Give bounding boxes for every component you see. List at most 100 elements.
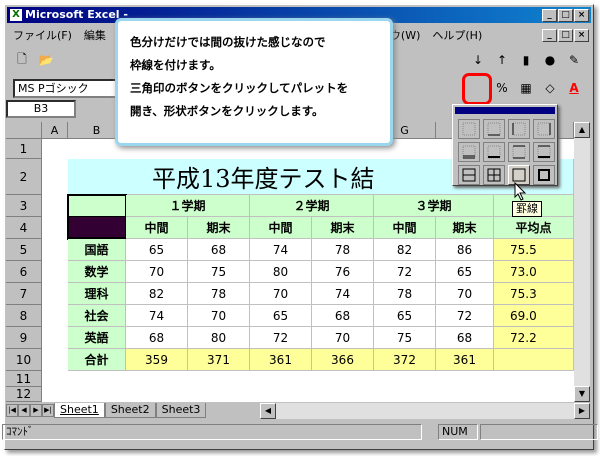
new-file-icon[interactable]: 🗋 xyxy=(11,50,33,70)
score-cell[interactable]: 70 xyxy=(312,327,374,349)
borders-icon[interactable]: ▦ xyxy=(515,78,537,98)
scroll-right-arrow-icon[interactable]: ▶ xyxy=(574,402,590,419)
sheet-tab-2[interactable]: Sheet2 xyxy=(104,403,156,418)
top-bottom-border-icon[interactable] xyxy=(508,142,530,162)
score-cell[interactable]: 68 xyxy=(126,327,188,349)
font-name-field[interactable]: MS Pゴシック xyxy=(13,78,125,98)
sub-header[interactable]: 中間 xyxy=(374,217,436,239)
sub-header[interactable]: 期末 xyxy=(436,217,494,239)
doc-restore-button[interactable]: □ xyxy=(558,28,573,42)
score-cell[interactable]: 80 xyxy=(250,261,312,283)
score-cell[interactable]: 78 xyxy=(374,283,436,305)
sub-header[interactable]: 期末 xyxy=(188,217,250,239)
score-cell[interactable]: 75 xyxy=(188,261,250,283)
term-header[interactable]: １学期 xyxy=(126,195,250,217)
score-cell[interactable]: 70 xyxy=(436,283,494,305)
subject-label[interactable]: 数学 xyxy=(68,261,126,283)
row-header[interactable]: 12 xyxy=(6,387,42,402)
sort-ascending-icon[interactable]: ↓ xyxy=(467,50,489,70)
scroll-left-arrow-icon[interactable]: ◀ xyxy=(260,402,276,419)
sub-header[interactable]: 平均点 xyxy=(494,217,574,239)
open-folder-icon[interactable]: 📂 xyxy=(35,50,57,70)
subject-label[interactable]: 英語 xyxy=(68,327,126,349)
menu-edit[interactable]: 編集 xyxy=(78,27,112,43)
sort-descending-icon[interactable]: ↑ xyxy=(491,50,513,70)
doc-minimize-button[interactable]: _ xyxy=(542,28,557,42)
top-double-bottom-border-icon[interactable] xyxy=(458,165,480,185)
subject-label[interactable]: 社会 xyxy=(68,305,126,327)
score-cell[interactable]: 72 xyxy=(374,261,436,283)
row-header[interactable]: 8 xyxy=(6,305,42,327)
sub-header[interactable]: 中間 xyxy=(126,217,188,239)
thick-bottom-border-icon[interactable] xyxy=(483,142,505,162)
score-cell[interactable]: 68 xyxy=(312,305,374,327)
font-color-icon[interactable]: A xyxy=(563,78,585,98)
score-cell[interactable]: 68 xyxy=(436,327,494,349)
score-cell[interactable]: 86 xyxy=(436,239,494,261)
score-cell[interactable]: 82 xyxy=(374,239,436,261)
left-border-icon[interactable] xyxy=(508,119,530,139)
prev-sheet-arrow-icon[interactable]: ◀ xyxy=(18,404,30,417)
score-cell[interactable]: 74 xyxy=(126,305,188,327)
total-cell[interactable]: 371 xyxy=(188,349,250,371)
name-box[interactable]: B3 xyxy=(6,100,76,118)
last-sheet-arrow-icon[interactable]: ▶| xyxy=(42,404,54,417)
total-cell[interactable]: 366 xyxy=(312,349,374,371)
score-cell[interactable]: 70 xyxy=(250,283,312,305)
average-cell[interactable]: 69.0 xyxy=(494,305,574,327)
average-cell[interactable] xyxy=(494,349,574,371)
score-cell[interactable]: 72 xyxy=(436,305,494,327)
row-header[interactable]: 7 xyxy=(6,283,42,305)
score-cell[interactable]: 74 xyxy=(312,283,374,305)
horizontal-scrollbar[interactable]: ◀ ▶ xyxy=(260,402,590,419)
menu-file[interactable]: ファイル(F) xyxy=(7,27,78,43)
fill-color-icon[interactable]: ◇ xyxy=(539,78,561,98)
score-cell[interactable]: 78 xyxy=(188,283,250,305)
minimize-button[interactable]: _ xyxy=(542,9,557,22)
right-border-icon[interactable] xyxy=(533,119,555,139)
total-cell[interactable]: 361 xyxy=(250,349,312,371)
score-cell[interactable]: 68 xyxy=(188,239,250,261)
sub-header[interactable]: 期末 xyxy=(312,217,374,239)
total-cell[interactable]: 372 xyxy=(374,349,436,371)
score-cell[interactable]: 65 xyxy=(436,261,494,283)
maximize-button[interactable]: □ xyxy=(558,9,573,22)
average-cell[interactable]: 75.3 xyxy=(494,283,574,305)
score-cell[interactable]: 65 xyxy=(374,305,436,327)
term-header[interactable]: ３学期 xyxy=(374,195,494,217)
score-cell[interactable]: 74 xyxy=(250,239,312,261)
column-header-a[interactable]: A xyxy=(42,122,68,139)
subject-label[interactable]: 国語 xyxy=(68,239,126,261)
palette-drag-bar[interactable] xyxy=(455,107,555,114)
row-header[interactable]: 9 xyxy=(6,327,42,349)
total-cell[interactable]: 359 xyxy=(126,349,188,371)
row-header[interactable]: 2 xyxy=(6,159,42,195)
row-header[interactable]: 6 xyxy=(6,261,42,283)
percent-style-icon[interactable]: % xyxy=(491,78,513,98)
average-cell[interactable]: 72.2 xyxy=(494,327,574,349)
score-cell[interactable]: 76 xyxy=(312,261,374,283)
bottom-border-icon[interactable] xyxy=(483,119,505,139)
row-header[interactable]: 3 xyxy=(6,195,42,217)
row-header[interactable]: 4 xyxy=(6,217,42,239)
top-thick-bottom-border-icon[interactable] xyxy=(533,142,555,162)
select-all-corner[interactable] xyxy=(6,122,42,139)
sheet-tab-3[interactable]: Sheet3 xyxy=(155,403,207,418)
first-sheet-arrow-icon[interactable]: |◀ xyxy=(6,404,18,417)
chart-wizard-icon[interactable]: ▮ xyxy=(515,50,537,70)
row-header[interactable]: 11 xyxy=(6,371,42,387)
thick-box-border-icon[interactable] xyxy=(533,165,555,185)
score-cell[interactable]: 65 xyxy=(126,239,188,261)
double-bottom-border-icon[interactable] xyxy=(458,142,480,162)
score-cell[interactable]: 70 xyxy=(188,305,250,327)
score-cell[interactable]: 72 xyxy=(250,327,312,349)
doc-close-button[interactable]: × xyxy=(574,28,589,42)
average-cell[interactable]: 75.5 xyxy=(494,239,574,261)
average-cell[interactable]: 73.0 xyxy=(494,261,574,283)
row-header[interactable]: 1 xyxy=(6,139,42,159)
close-button[interactable]: × xyxy=(574,9,589,22)
score-cell[interactable]: 78 xyxy=(312,239,374,261)
term-header[interactable]: ２学期 xyxy=(250,195,374,217)
subject-label[interactable]: 理科 xyxy=(68,283,126,305)
subject-label[interactable]: 合計 xyxy=(68,349,126,371)
